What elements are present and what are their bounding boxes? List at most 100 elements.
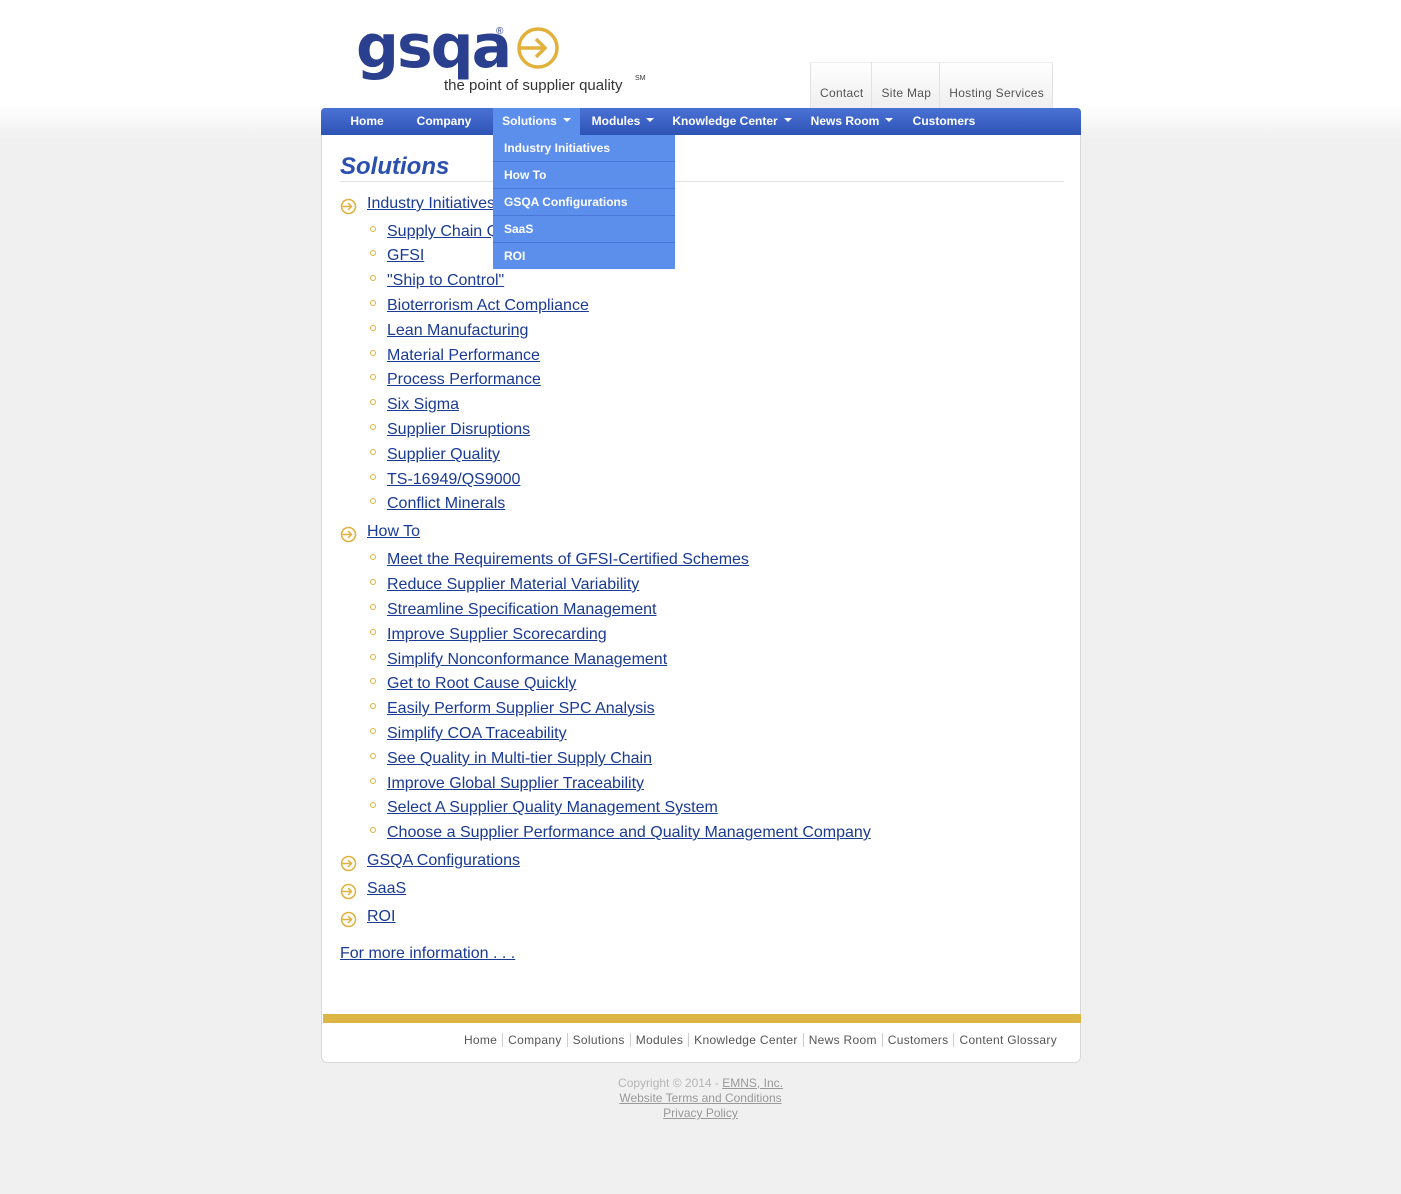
dropdown-roi[interactable]: ROI (493, 243, 675, 269)
circle-bullet-icon (370, 226, 376, 232)
list-link[interactable]: Six Sigma (387, 396, 459, 414)
main-nav: Home Company Solutions Modules Knowledge… (321, 108, 1081, 135)
list-link[interactable]: Meet the Requirements of GFSI-Certified … (387, 551, 749, 569)
caret-down-icon (885, 117, 894, 122)
nav-label: Knowledge Center (672, 114, 778, 128)
circle-bullet-icon (370, 554, 376, 560)
footer-home-link[interactable]: Home (459, 1033, 502, 1047)
nav-knowledge-center[interactable]: Knowledge Center (669, 108, 795, 135)
footer-gold-bar (323, 1014, 1081, 1023)
circle-bullet-icon (370, 579, 376, 585)
dropdown-industry-initiatives[interactable]: Industry Initiatives (493, 135, 675, 162)
nav-solutions[interactable]: Solutions (493, 108, 580, 135)
footer-knowledge-center-link[interactable]: Knowledge Center (688, 1033, 803, 1047)
arrow-circle-bullet-icon (340, 855, 357, 872)
list-link[interactable]: Supplier Quality (387, 446, 500, 464)
footer-news-room-link[interactable]: News Room (802, 1033, 882, 1047)
list-link[interactable]: Reduce Supplier Material Variability (387, 576, 639, 594)
circle-bullet-icon (370, 604, 376, 610)
list-link[interactable]: TS-16949/QS9000 (387, 471, 520, 489)
section-link[interactable]: Industry Initiatives (367, 195, 495, 213)
footer-modules-link[interactable]: Modules (629, 1033, 688, 1047)
arrow-circle-bullet-icon (340, 198, 357, 215)
utility-contact-link[interactable]: Contact (810, 62, 872, 109)
nav-modules[interactable]: Modules (584, 108, 662, 135)
footer-solutions-link[interactable]: Solutions (566, 1033, 630, 1047)
utility-hosting-services-link[interactable]: Hosting Services (939, 62, 1054, 109)
privacy-link[interactable]: Privacy Policy (663, 1106, 738, 1120)
nav-company[interactable]: Company (405, 108, 483, 135)
list-link[interactable]: Supplier Disruptions (387, 421, 530, 439)
list-link[interactable]: Streamline Specification Management (387, 601, 656, 619)
circle-bullet-icon (370, 399, 376, 405)
circle-bullet-icon (370, 728, 376, 734)
list-link[interactable]: Improve Global Supplier Traceability (387, 775, 644, 793)
list-link[interactable]: Material Performance (387, 347, 540, 365)
list-link[interactable]: Improve Supplier Scorecarding (387, 626, 607, 644)
page-title: Solutions (340, 153, 450, 180)
utility-nav: Contact Site Map Hosting Services (810, 62, 1054, 109)
title-divider (340, 181, 1064, 182)
list-link[interactable]: Easily Perform Supplier SPC Analysis (387, 700, 655, 718)
list-link[interactable]: Supply Chain Q (387, 223, 499, 241)
list-link[interactable]: Process Performance (387, 371, 541, 389)
list-link[interactable]: Select A Supplier Quality Management Sys… (387, 799, 718, 817)
circle-bullet-icon (370, 498, 376, 504)
list-link[interactable]: Get to Root Cause Quickly (387, 675, 576, 693)
list-link[interactable]: Choose a Supplier Performance and Qualit… (387, 824, 871, 842)
logo-tagline: the point of supplier quality (444, 77, 623, 94)
utility-site-map-link[interactable]: Site Map (871, 62, 940, 109)
footer-content-glossary-link[interactable]: Content Glossary (953, 1033, 1062, 1047)
list-link[interactable]: Lean Manufacturing (387, 322, 528, 340)
nav-home[interactable]: Home (337, 108, 397, 135)
terms-link[interactable]: Website Terms and Conditions (619, 1091, 781, 1105)
nav-label: Solutions (502, 114, 557, 128)
arrow-circle-bullet-icon (340, 883, 357, 900)
footer-nav: Home Company Solutions Modules Knowledge… (459, 1033, 1062, 1047)
dropdown-how-to[interactable]: How To (493, 162, 675, 189)
dropdown-gsqa-configurations[interactable]: GSQA Configurations (493, 189, 675, 216)
emns-link[interactable]: EMNS, Inc. (722, 1076, 783, 1090)
circle-bullet-icon (370, 374, 376, 380)
servicemark: SM (635, 75, 646, 82)
terms-line: Website Terms and Conditions (0, 1091, 1401, 1106)
content-panel: Solutions Industry Initiatives Supply Ch… (321, 135, 1081, 1063)
registered-mark: ® (496, 26, 504, 37)
nav-news-room[interactable]: News Room (807, 108, 897, 135)
list-link[interactable]: Simplify Nonconformance Management (387, 651, 667, 669)
gsqa-logo[interactable]: gsqa ® the point of supplier quality SM (356, 12, 656, 98)
arrow-circle-bullet-icon (340, 911, 357, 928)
list-link[interactable]: Simplify COA Traceability (387, 725, 567, 743)
footer-customers-link[interactable]: Customers (881, 1033, 954, 1047)
solutions-dropdown: Industry Initiatives How To GSQA Configu… (493, 135, 675, 269)
circle-bullet-icon (370, 703, 376, 709)
nav-label: Company (416, 114, 472, 128)
circle-bullet-icon (370, 778, 376, 784)
logo-wordmark: gsqa (356, 12, 512, 82)
section-link[interactable]: SaaS (367, 880, 406, 898)
circle-bullet-icon (370, 474, 376, 480)
nav-label: News Room (810, 114, 880, 128)
copyright-text: Copyright © 2014 - (618, 1076, 723, 1090)
list-link[interactable]: GFSI (387, 247, 424, 265)
footer-company-link[interactable]: Company (502, 1033, 566, 1047)
copyright-block: Copyright © 2014 - EMNS, Inc. Website Te… (0, 1076, 1401, 1121)
list-link[interactable]: Conflict Minerals (387, 495, 505, 513)
section-link[interactable]: How To (367, 523, 420, 541)
list-link[interactable]: Bioterrorism Act Compliance (387, 297, 589, 315)
privacy-line: Privacy Policy (0, 1106, 1401, 1121)
dropdown-saas[interactable]: SaaS (493, 216, 675, 243)
circle-bullet-icon (370, 802, 376, 808)
circle-bullet-icon (370, 300, 376, 306)
list-link[interactable]: "Ship to Control" (387, 272, 504, 290)
circle-bullet-icon (370, 424, 376, 430)
logo-arrow-circle-icon (517, 27, 559, 69)
section-link[interactable]: GSQA Configurations (367, 852, 520, 870)
list-link[interactable]: See Quality in Multi-tier Supply Chain (387, 750, 652, 768)
circle-bullet-icon (370, 629, 376, 635)
circle-bullet-icon (370, 827, 376, 833)
nav-customers[interactable]: Customers (909, 108, 979, 135)
more-info-link[interactable]: For more information . . . (340, 945, 515, 962)
section-link[interactable]: ROI (367, 908, 395, 926)
caret-down-icon (646, 117, 655, 122)
